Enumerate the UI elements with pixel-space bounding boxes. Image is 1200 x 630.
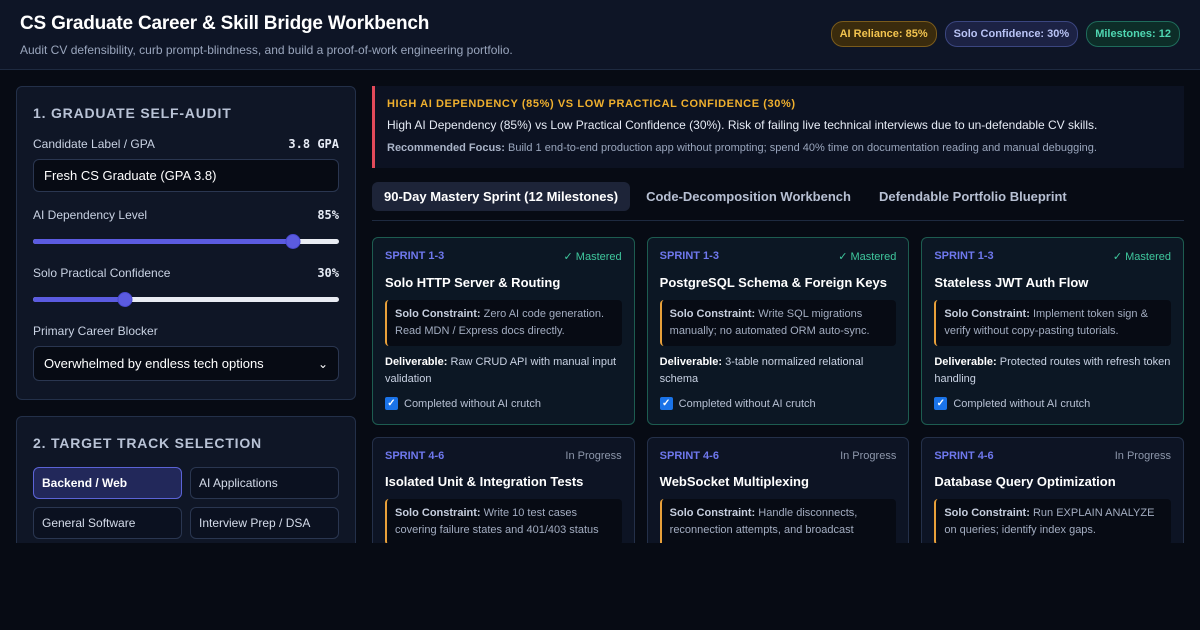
milestone-card: SPRINT 1-3 ✓ Mastered PostgreSQL Schema & … bbox=[646, 237, 910, 425]
chevron-down-icon: ⌄ bbox=[317, 356, 328, 371]
sprint-label: SPRINT 4-6 bbox=[659, 450, 719, 462]
solo-constraint: Solo Constraint: Zero AI code generation… bbox=[385, 300, 622, 347]
track-interview-prep[interactable]: Interview Prep / DSA bbox=[190, 507, 339, 539]
deliverable-label: Deliverable: bbox=[934, 356, 997, 369]
sprint-label: SPRINT 1-3 bbox=[659, 250, 719, 262]
milestone-title: Stateless JWT Auth Flow bbox=[934, 275, 1089, 290]
solo-constraint: Solo Constraint: Run EXPLAIN ANALYZE on … bbox=[934, 499, 1171, 543]
tab-mastery-sprint[interactable]: 90-Day Mastery Sprint (12 Milestones) bbox=[372, 182, 631, 211]
milestone-title: Database Query Optimization bbox=[934, 474, 1116, 489]
milestone-card: SPRINT 4-6 In Progress Database Query Opti… bbox=[921, 437, 1184, 543]
milestone-title: PostgreSQL Schema & Foreign Keys bbox=[659, 275, 887, 290]
completion-checkbox-row[interactable]: ✓ Completed without AI crutch bbox=[385, 397, 622, 411]
solo-confidence-value: 30% bbox=[317, 266, 339, 280]
page-subtitle: Audit CV defensibility, curb prompt-blin… bbox=[20, 42, 513, 57]
solo-confidence-slider[interactable] bbox=[33, 288, 339, 310]
sprint-label: SPRINT 1-3 bbox=[934, 250, 994, 262]
solo-constraint: Solo Constraint: Write SQL migrations ma… bbox=[659, 300, 897, 347]
deliverable: Deliverable: Protected routes with refre… bbox=[934, 354, 1171, 388]
blocker-label: Primary Career Blocker bbox=[33, 324, 158, 338]
deliverable-label: Deliverable: bbox=[385, 356, 448, 369]
left-column: 1. Graduate Self-Audit Candidate Label /… bbox=[16, 86, 356, 543]
solo-constraint: Solo Constraint: Write 10 test cases cov… bbox=[385, 499, 622, 543]
sprint-label: SPRINT 4-6 bbox=[385, 450, 445, 462]
milestone-card: SPRINT 1-3 ✓ Mastered Solo HTTP Server & R… bbox=[372, 237, 635, 425]
track-general-software[interactable]: General Software bbox=[33, 507, 182, 539]
completion-checkbox-row[interactable]: ✓ Completed without AI crutch bbox=[659, 397, 897, 411]
rec-label: Recommended Focus: bbox=[387, 142, 505, 154]
checkbox-checked-icon[interactable]: ✓ bbox=[659, 397, 673, 411]
target-track-panel: 2. Target Track Selection Backend / Web … bbox=[16, 416, 356, 543]
status-badge: In Progress bbox=[840, 450, 897, 462]
constraint-label: Solo Constraint: bbox=[944, 507, 1030, 519]
career-blocker-select[interactable]: Overwhelmed by endless tech options ⌄ bbox=[33, 346, 339, 381]
constraint-label: Solo Constraint: bbox=[944, 308, 1030, 320]
ai-reliance-badge: AI Reliance: 85% bbox=[830, 20, 937, 47]
milestone-card: SPRINT 1-3 ✓ Mastered Stateless JWT Auth F… bbox=[921, 237, 1184, 425]
gpa-value: 3.8 GPA bbox=[288, 137, 339, 151]
track-options: Backend / Web AI Applications General So… bbox=[33, 467, 339, 539]
milestone-card: SPRINT 4-6 In Progress Isolated Unit & Int… bbox=[372, 437, 635, 543]
right-column: High AI Dependency (85%) vs Low Practica… bbox=[372, 86, 1184, 543]
self-audit-panel: 1. Graduate Self-Audit Candidate Label /… bbox=[16, 86, 356, 400]
status-badge: ✓ Mastered bbox=[838, 251, 897, 263]
checkbox-checked-icon[interactable]: ✓ bbox=[385, 397, 398, 411]
constraint-label: Solo Constraint: bbox=[669, 507, 756, 519]
solo-confidence-badge: Solo Confidence: 30% bbox=[944, 20, 1079, 47]
risk-alert: High AI Dependency (85%) vs Low Practica… bbox=[372, 86, 1184, 168]
checkbox-label: Completed without AI crutch bbox=[678, 397, 816, 410]
alert-recommendation: Recommended Focus: Build 1 end-to-end pr… bbox=[387, 142, 1170, 154]
sprint-label: SPRINT 4-6 bbox=[934, 450, 994, 462]
slider-thumb[interactable] bbox=[285, 234, 301, 249]
checkbox-checked-icon[interactable]: ✓ bbox=[934, 397, 948, 411]
candidate-label: Candidate Label / GPA bbox=[33, 137, 155, 151]
sprint-label: SPRINT 1-3 bbox=[385, 250, 445, 262]
checkbox-label: Completed without AI crutch bbox=[953, 397, 1091, 410]
header-badges: AI Reliance: 85% Solo Confidence: 30% Mi… bbox=[830, 20, 1180, 47]
milestone-title: WebSocket Multiplexing bbox=[659, 474, 809, 489]
tab-portfolio-blueprint[interactable]: Defendable Portfolio Blueprint bbox=[867, 182, 1079, 211]
track-ai-applications[interactable]: AI Applications bbox=[190, 467, 339, 499]
milestones-badge: Milestones: 12 bbox=[1086, 20, 1180, 47]
deliverable: Deliverable: 3-table normalized relation… bbox=[660, 354, 897, 388]
checkbox-label: Completed without AI crutch bbox=[404, 397, 541, 410]
target-track-title: 2. Target Track Selection bbox=[33, 435, 262, 451]
candidate-input[interactable] bbox=[33, 159, 339, 192]
ai-dependency-label: AI Dependency Level bbox=[33, 208, 148, 222]
constraint-label: Solo Constraint: bbox=[395, 308, 481, 320]
rec-text: Build 1 end-to-end production app withou… bbox=[508, 142, 1097, 154]
milestone-title: Solo HTTP Server & Routing bbox=[385, 275, 561, 290]
solo-confidence-label: Solo Practical Confidence bbox=[33, 266, 171, 280]
constraint-label: Solo Constraint: bbox=[395, 507, 481, 519]
deliverable: Deliverable: Raw CRUD API with manual in… bbox=[385, 354, 622, 388]
deliverable-label: Deliverable: bbox=[659, 356, 723, 369]
tab-bar: 90-Day Mastery Sprint (12 Milestones) Co… bbox=[372, 182, 1184, 221]
tab-code-decomposition[interactable]: Code-Decomposition Workbench bbox=[634, 182, 863, 211]
track-backend-web[interactable]: Backend / Web bbox=[33, 467, 182, 499]
slider-fill bbox=[33, 297, 125, 302]
milestone-title: Isolated Unit & Integration Tests bbox=[385, 474, 584, 489]
app-root: CS Graduate Career & Skill Bridge Workbe… bbox=[0, 0, 1200, 543]
page-title: CS Graduate Career & Skill Bridge Workbe… bbox=[20, 12, 430, 34]
status-badge: In Progress bbox=[565, 450, 622, 462]
slider-thumb[interactable] bbox=[117, 292, 133, 307]
header: CS Graduate Career & Skill Bridge Workbe… bbox=[0, 0, 1200, 70]
status-badge: In Progress bbox=[1114, 450, 1171, 462]
alert-heading: High AI Dependency (85%) vs Low Practica… bbox=[387, 98, 796, 110]
self-audit-title: 1. Graduate Self-Audit bbox=[33, 105, 232, 121]
solo-constraint: Solo Constraint: Handle disconnects, rec… bbox=[659, 499, 897, 543]
alert-body: High AI Dependency (85%) vs Low Practica… bbox=[387, 118, 1098, 132]
solo-constraint: Solo Constraint: Implement token sign & … bbox=[934, 300, 1171, 347]
milestone-card: SPRINT 4-6 In Progress WebSocket Multiplex… bbox=[646, 437, 910, 543]
career-blocker-value: Overwhelmed by endless tech options bbox=[44, 356, 264, 371]
milestone-cards: SPRINT 1-3 ✓ Mastered Solo HTTP Server & R… bbox=[372, 237, 1184, 543]
slider-fill bbox=[33, 239, 294, 244]
ai-dependency-value: 85% bbox=[317, 208, 339, 222]
completion-checkbox-row[interactable]: ✓ Completed without AI crutch bbox=[934, 397, 1171, 411]
status-badge: ✓ Mastered bbox=[563, 251, 622, 263]
constraint-label: Solo Constraint: bbox=[669, 308, 756, 320]
status-badge: ✓ Mastered bbox=[1112, 251, 1171, 263]
ai-dependency-slider[interactable] bbox=[33, 230, 339, 252]
